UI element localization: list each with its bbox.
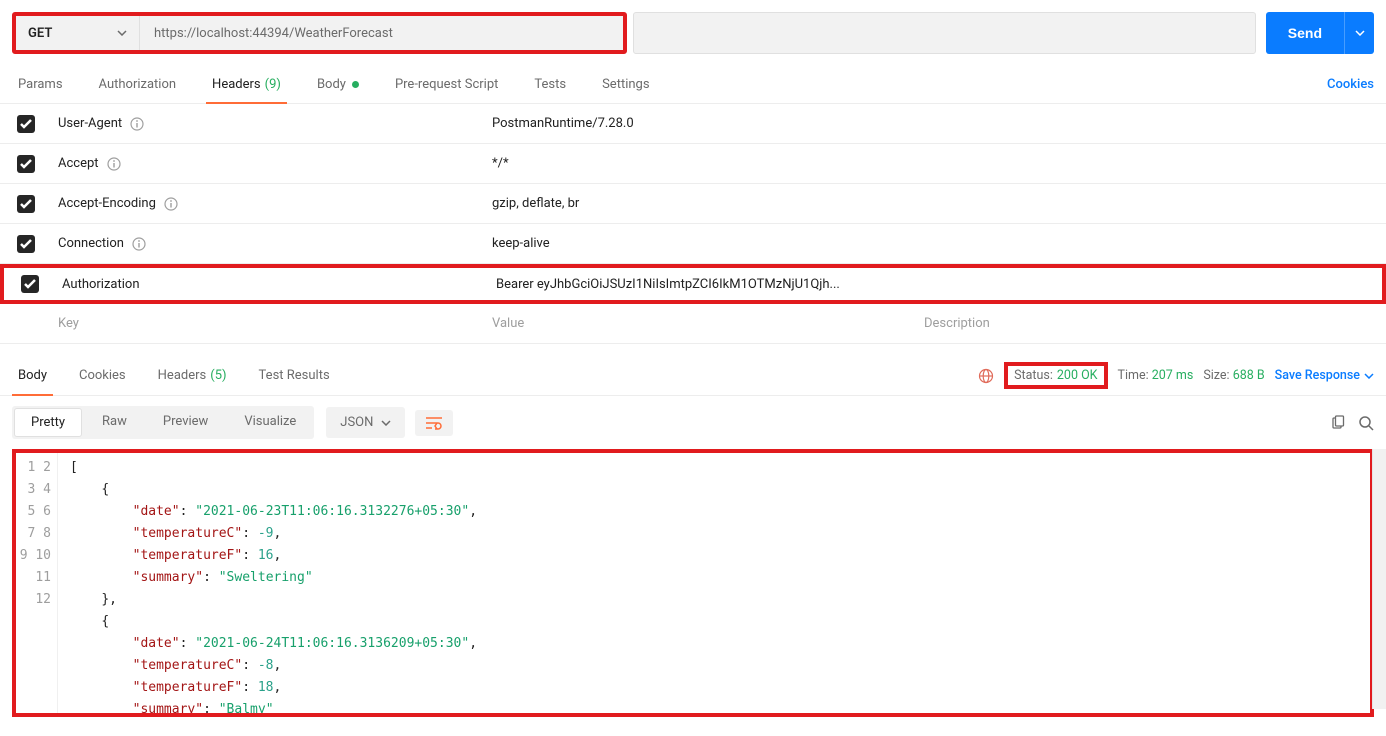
info-icon	[107, 157, 121, 171]
view-preview-button[interactable]: Preview	[145, 406, 226, 439]
headers-table: User-AgentPostmanRuntime/7.28.0Accept*/*…	[0, 104, 1386, 344]
info-icon	[132, 237, 146, 251]
copy-icon[interactable]	[1330, 415, 1346, 431]
header-key[interactable]: Connection	[52, 236, 482, 251]
header-row[interactable]: Accept*/*	[0, 144, 1386, 184]
header-description-input[interactable]: Description	[914, 316, 1386, 331]
res-tab-test-results[interactable]: Test Results	[253, 356, 336, 395]
format-select[interactable]: JSON	[326, 407, 405, 438]
checkbox-icon[interactable]	[17, 235, 35, 253]
save-response-button[interactable]: Save Response	[1275, 368, 1374, 383]
request-tabs: Params Authorization Headers (9) Body Pr…	[0, 66, 1386, 104]
header-row[interactable]: Accept-Encodinggzip, deflate, br	[0, 184, 1386, 224]
header-value[interactable]: keep-alive	[482, 236, 914, 251]
url-input[interactable]: https://localhost:44394/WeatherForecast	[140, 16, 623, 50]
size-info: Size: 688 B	[1203, 368, 1264, 383]
header-key[interactable]: User-Agent	[52, 116, 482, 131]
chevron-down-icon	[381, 420, 391, 426]
header-value[interactable]: Bearer eyJhbGciOiJSUzI1NiIsImtpZCI6IkM1O…	[486, 277, 918, 292]
send-button[interactable]: Send	[1266, 12, 1344, 54]
checkbox-icon[interactable]	[17, 155, 35, 173]
res-tab-body[interactable]: Body	[12, 356, 53, 395]
checkbox-icon[interactable]	[17, 195, 35, 213]
time-info: Time: 207 ms	[1118, 368, 1194, 383]
header-key[interactable]: Authorization	[56, 277, 486, 292]
wrap-lines-button[interactable]	[415, 410, 453, 436]
tab-headers[interactable]: Headers (9)	[206, 66, 287, 103]
tab-params[interactable]: Params	[12, 66, 69, 103]
dot-indicator-icon	[352, 81, 359, 88]
method-url-highlight: GET https://localhost:44394/WeatherForec…	[12, 12, 627, 54]
scrollbar[interactable]	[1372, 449, 1386, 709]
header-key[interactable]: Accept-Encoding	[52, 196, 482, 211]
tab-settings[interactable]: Settings	[596, 66, 655, 103]
tab-prerequest[interactable]: Pre-request Script	[389, 66, 504, 103]
tab-body[interactable]: Body	[311, 66, 365, 103]
url-input-extension[interactable]	[633, 12, 1256, 54]
network-icon[interactable]	[978, 368, 994, 384]
chevron-down-icon	[117, 30, 127, 36]
view-visualize-button[interactable]: Visualize	[226, 406, 314, 439]
view-pretty-button[interactable]: Pretty	[14, 408, 82, 437]
view-mode-bar: Pretty Raw Preview Visualize JSON	[0, 396, 1386, 449]
header-row-new[interactable]: KeyValueDescription	[0, 304, 1386, 344]
cookies-link[interactable]: Cookies	[1327, 77, 1374, 92]
send-dropdown-button[interactable]	[1344, 12, 1374, 54]
status-highlight: Status: 200 OK	[1004, 362, 1107, 389]
header-row[interactable]: User-AgentPostmanRuntime/7.28.0	[0, 104, 1386, 144]
status-value: 200 OK	[1057, 368, 1098, 383]
header-value[interactable]: gzip, deflate, br	[482, 196, 914, 211]
header-value[interactable]: PostmanRuntime/7.28.0	[482, 116, 914, 131]
response-body-highlight: 1 2 3 4 5 6 7 8 9 10 11 12 [ { "date": "…	[12, 449, 1374, 717]
info-icon	[164, 197, 178, 211]
view-raw-button[interactable]: Raw	[84, 406, 145, 439]
http-method-value: GET	[28, 26, 52, 41]
response-tabs: Body Cookies Headers (5) Test Results St…	[0, 356, 1386, 396]
search-icon[interactable]	[1358, 415, 1374, 431]
line-gutter: 1 2 3 4 5 6 7 8 9 10 11 12	[16, 453, 58, 713]
checkbox-icon[interactable]	[17, 115, 35, 133]
header-row[interactable]: AuthorizationBearer eyJhbGciOiJSUzI1NiIs…	[0, 264, 1386, 304]
chevron-down-icon	[1364, 373, 1374, 379]
header-key-input[interactable]: Key	[52, 316, 482, 331]
header-row[interactable]: Connectionkeep-alive	[0, 224, 1386, 264]
res-tab-cookies[interactable]: Cookies	[73, 356, 132, 395]
header-value-input[interactable]: Value	[482, 316, 914, 331]
tab-tests[interactable]: Tests	[528, 66, 572, 103]
res-tab-headers[interactable]: Headers (5)	[152, 356, 233, 395]
status-label: Status:	[1014, 368, 1053, 383]
header-value[interactable]: */*	[482, 156, 914, 171]
response-body-code[interactable]: [ { "date": "2021-06-23T11:06:16.3132276…	[58, 453, 1370, 713]
header-key[interactable]: Accept	[52, 156, 482, 171]
tab-authorization[interactable]: Authorization	[93, 66, 183, 103]
url-value: https://localhost:44394/WeatherForecast	[154, 26, 393, 41]
wrap-icon	[425, 416, 443, 430]
http-method-select[interactable]: GET	[16, 16, 140, 50]
checkbox-icon[interactable]	[21, 275, 39, 293]
info-icon	[130, 117, 144, 131]
